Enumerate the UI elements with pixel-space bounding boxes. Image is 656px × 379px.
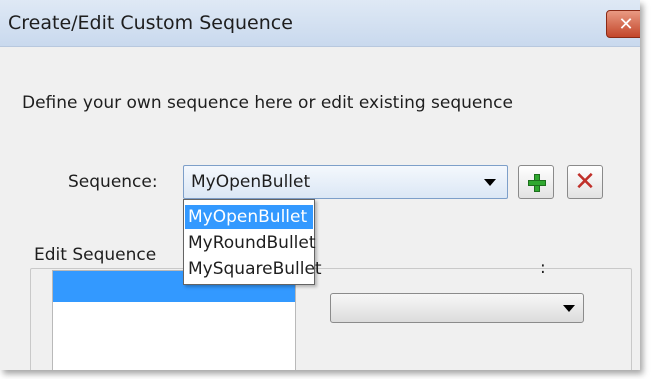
window-title: Create/Edit Custom Sequence: [8, 12, 293, 34]
dropdown-option[interactable]: MyRoundBullet: [185, 231, 316, 255]
sequence-select[interactable]: MyOpenBullet: [183, 165, 508, 199]
sequence-label: Sequence:: [68, 172, 158, 192]
close-icon: ✕: [618, 13, 634, 35]
chevron-down-icon: [484, 179, 496, 186]
dropdown-option[interactable]: MySquareBullet: [185, 257, 322, 281]
plus-icon: [528, 174, 546, 192]
custom-sequence-dialog: Create/Edit Custom Sequence ✕ Define you…: [0, 0, 640, 370]
field-label: :: [540, 258, 546, 278]
title-bar: Create/Edit Custom Sequence ✕: [0, 0, 640, 47]
sequence-level-list[interactable]: [52, 270, 296, 370]
edit-sequence-label: Edit Sequence: [34, 245, 157, 265]
sequence-select-value: MyOpenBullet: [191, 172, 311, 192]
description-text: Define your own sequence here or edit ex…: [22, 93, 513, 113]
chevron-down-icon: [563, 305, 575, 312]
style-select[interactable]: [330, 293, 584, 323]
dropdown-option[interactable]: MyOpenBullet: [185, 205, 313, 229]
delete-sequence-button[interactable]: ✕: [567, 165, 603, 199]
close-button[interactable]: ✕: [606, 10, 640, 38]
delete-icon: ✕: [574, 167, 596, 197]
sequence-dropdown-list: MyOpenBullet MyRoundBullet MySquareBulle…: [183, 199, 322, 285]
add-sequence-button[interactable]: [518, 165, 554, 199]
